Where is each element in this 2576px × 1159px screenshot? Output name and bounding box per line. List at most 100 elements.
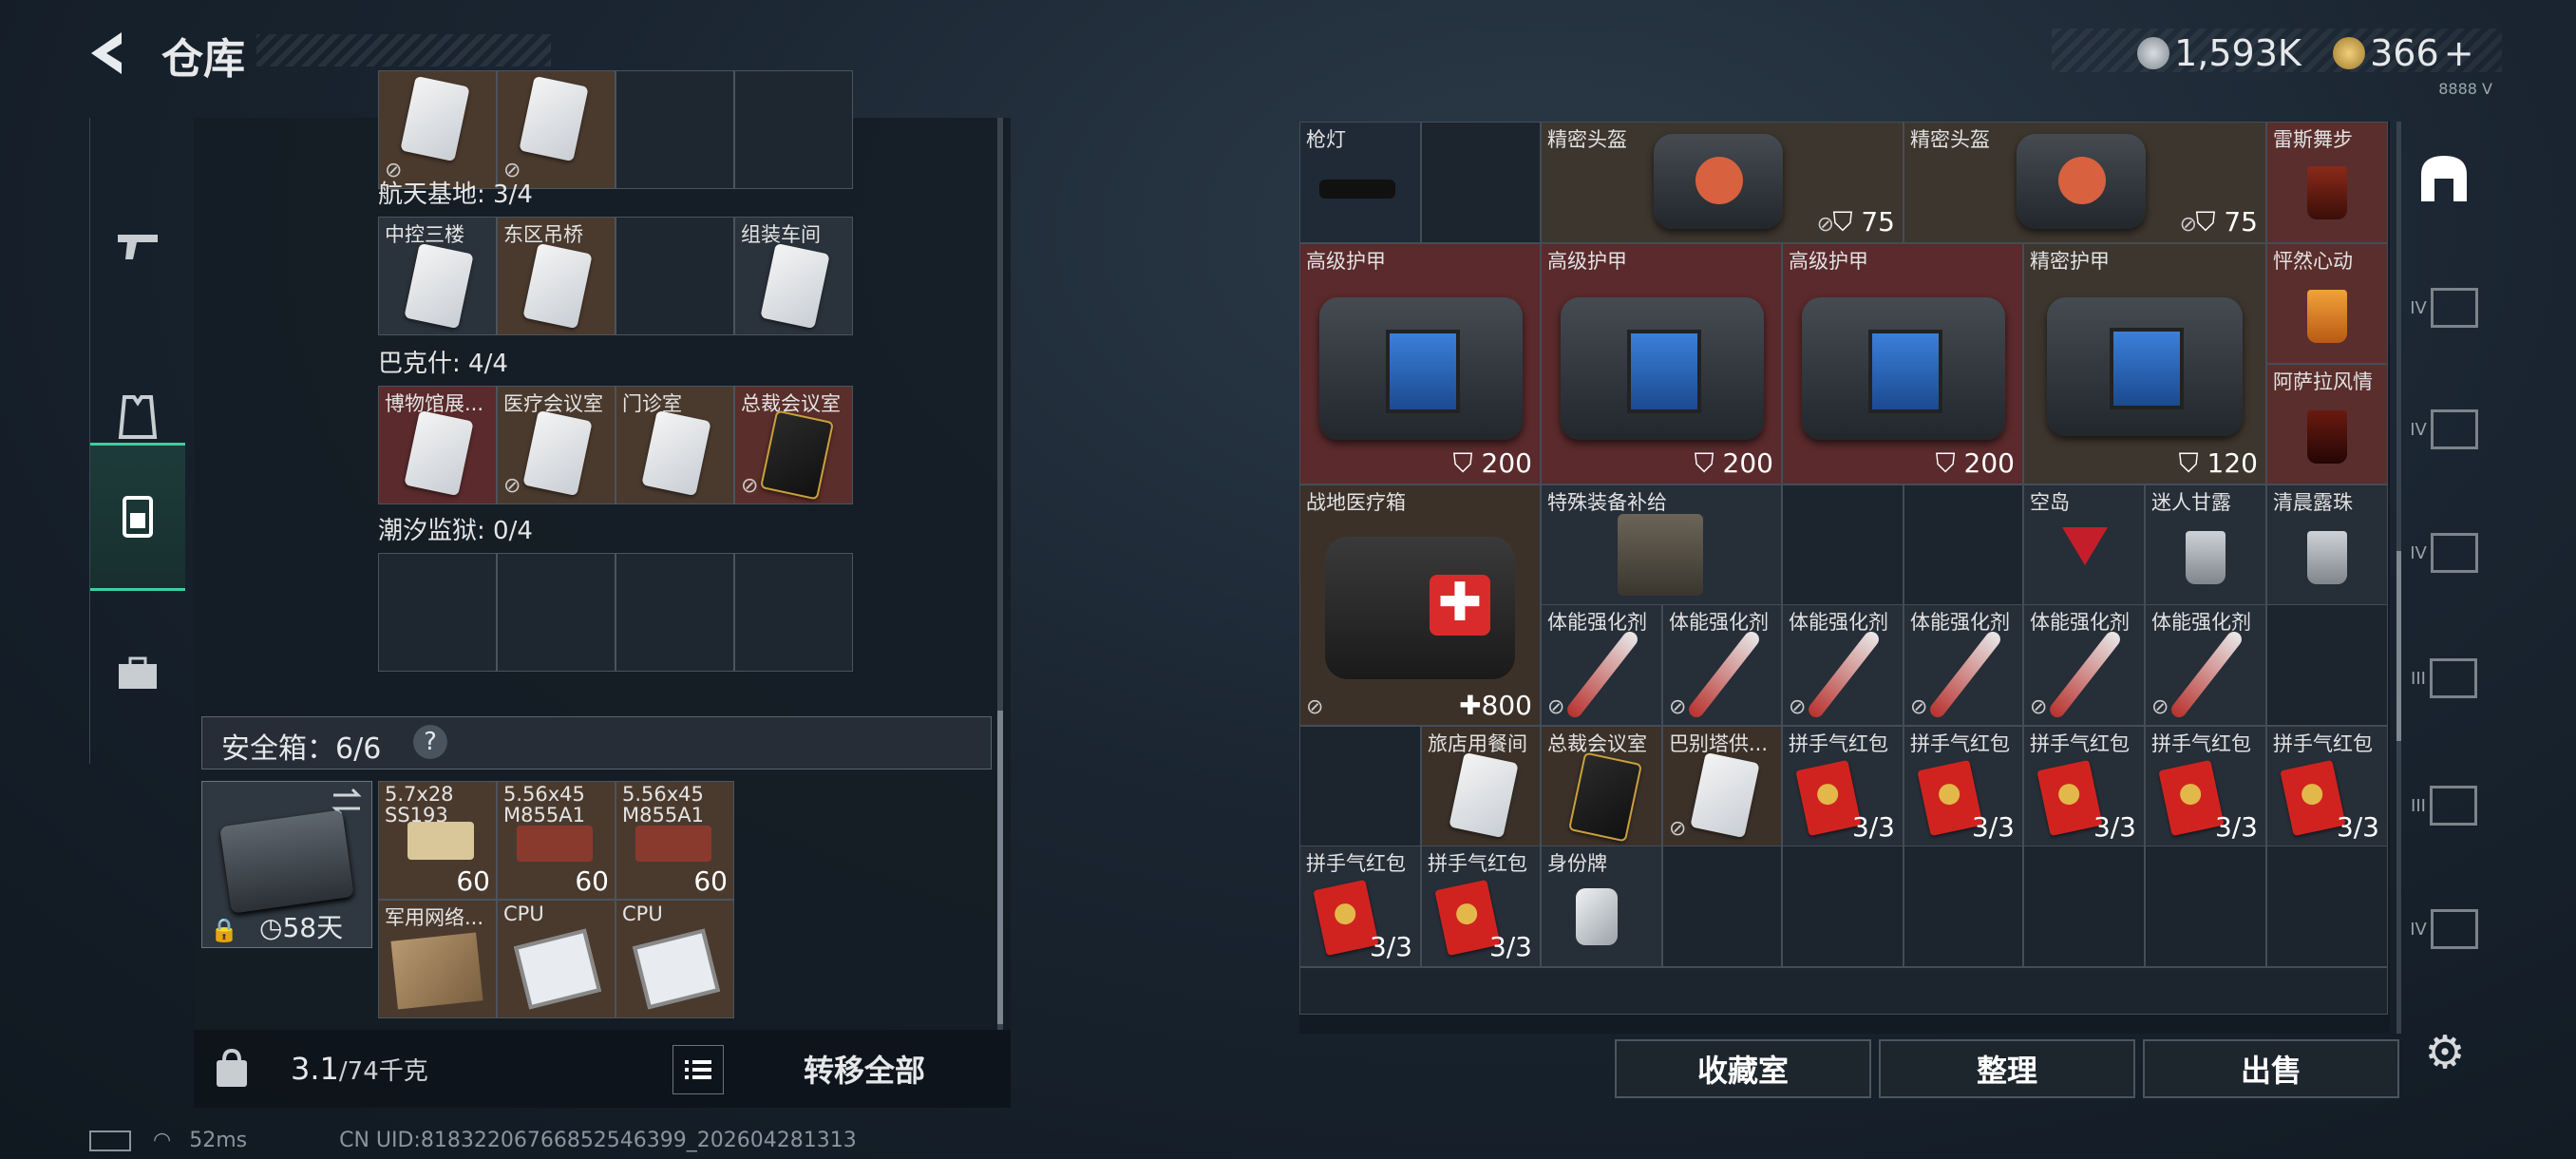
item-precision-armor[interactable]: 精密护甲 ⛉ 120	[2023, 243, 2266, 484]
tab-tier-label: IV	[2410, 297, 2427, 318]
side-tab[interactable]: III	[2401, 621, 2487, 735]
nav-keys[interactable]	[90, 443, 185, 591]
weight-display: 3.1/74千克	[291, 1051, 428, 1087]
item-drink[interactable]: 雷斯舞步	[2266, 122, 2388, 243]
ammo-cell[interactable]: 5.56x45 M855A1 60	[497, 781, 616, 900]
collection-room-button[interactable]: 收藏室	[1615, 1039, 1871, 1098]
back-button[interactable]	[84, 25, 141, 82]
add-currency-button[interactable]: +	[2444, 32, 2474, 74]
item-dog-tag[interactable]: 身份牌	[1541, 846, 1662, 967]
nav-main-storage[interactable]	[2401, 122, 2487, 236]
item-red-packet[interactable]: 拼手气红包 3/3	[1782, 726, 1904, 847]
item-drink[interactable]: 清晨露珠	[2266, 484, 2388, 606]
item-cell[interactable]: ⊘	[497, 70, 616, 189]
transfer-all-button[interactable]: 转移全部	[731, 1039, 997, 1098]
empty-cell[interactable]	[497, 553, 616, 672]
durability-value: 75	[1861, 206, 1895, 238]
empty-cell[interactable]	[616, 70, 734, 189]
item-cell[interactable]: ⊘	[378, 70, 497, 189]
item-drink[interactable]: 迷人甘露	[2145, 484, 2266, 606]
storage-icon	[2421, 156, 2467, 201]
keycard-cell[interactable]: 东区吊桥	[497, 217, 616, 335]
empty-cell[interactable]	[734, 70, 853, 189]
item-advanced-armor[interactable]: 高级护甲 ⛉ 200	[1782, 243, 2023, 484]
armor-bag-image	[1561, 297, 1764, 440]
side-tab[interactable]: IV	[2401, 251, 2487, 365]
item-cell[interactable]: 军用网络...	[378, 900, 497, 1018]
item-gun-light[interactable]: 枪灯	[1299, 122, 1421, 243]
settings-gear-icon[interactable]: ⚙	[2416, 1024, 2473, 1081]
keycard-cell[interactable]: 门诊室	[616, 386, 734, 504]
empty-cell[interactable]	[1421, 122, 1541, 243]
ammo-cell[interactable]: 5.7x28 SS193 60	[378, 781, 497, 900]
item-cell[interactable]: CPU	[616, 900, 734, 1018]
item-red-packet[interactable]: 拼手气红包 3/3	[2145, 726, 2266, 847]
currency-1[interactable]: 1,593K	[2137, 32, 2301, 74]
empty-cell[interactable]	[2266, 604, 2388, 726]
item-precision-helmet[interactable]: 精密头盔 ⛉ 75 ⊘	[1904, 122, 2266, 243]
item-keycard[interactable]: 巴别塔供... ⊘	[1662, 726, 1782, 847]
item-label: 拼手气红包	[1428, 852, 1527, 875]
item-red-packet[interactable]: 拼手气红包 3/3	[1904, 726, 2023, 847]
item-red-packet[interactable]: 拼手气红包 3/3	[2266, 726, 2388, 847]
keycard-cell[interactable]: 中控三楼	[378, 217, 497, 335]
item-drink[interactable]: 空岛	[2023, 484, 2145, 606]
empty-cell[interactable]	[2023, 846, 2145, 967]
item-drink[interactable]: 怦然心动	[2266, 243, 2388, 364]
lock-icon: 🔒	[210, 917, 238, 943]
empty-cell[interactable]	[1904, 484, 2023, 606]
item-supply-box[interactable]: 特殊装备补给	[1541, 484, 1782, 606]
item-red-packet[interactable]: 拼手气红包 3/3	[1299, 846, 1421, 967]
keycard-cell[interactable]: 医疗会议室 ⊘	[497, 386, 616, 504]
side-tab[interactable]: IV	[2401, 872, 2487, 986]
keycard-cell[interactable]: 博物馆展...	[378, 386, 497, 504]
empty-cell[interactable]	[1299, 726, 1421, 847]
red-cross-icon: ✚	[1430, 575, 1490, 636]
item-stim[interactable]: 体能强化剂 ⊘	[2023, 604, 2145, 726]
keycard-cell[interactable]: 组装车间	[734, 217, 853, 335]
item-stim[interactable]: 体能强化剂 ⊘	[2145, 604, 2266, 726]
no-drop-icon: ⊘	[1547, 695, 1565, 719]
keycard-image	[1690, 751, 1760, 839]
item-advanced-armor[interactable]: 高级护甲 ⛉ 200	[1299, 243, 1541, 484]
empty-row[interactable]	[1299, 967, 2388, 1015]
empty-cell[interactable]	[1662, 846, 1782, 967]
empty-cell[interactable]	[1782, 484, 1904, 606]
left-scrollbar-thumb[interactable]	[997, 711, 1003, 1024]
item-keycard[interactable]: 旅店用餐间	[1421, 726, 1541, 847]
nav-weapons[interactable]	[90, 175, 185, 317]
currency-2[interactable]: 366 +	[2333, 32, 2474, 74]
item-precision-helmet[interactable]: 精密头盔 ⛉ 75 ⊘	[1541, 122, 1904, 243]
organize-button[interactable]: 整理	[1879, 1039, 2135, 1098]
item-red-packet[interactable]: 拼手气红包 3/3	[2023, 726, 2145, 847]
item-red-packet[interactable]: 拼手气红包 3/3	[1421, 846, 1541, 967]
side-tab[interactable]: IV	[2401, 372, 2487, 486]
item-cell[interactable]: CPU	[497, 900, 616, 1018]
side-tab[interactable]: IV	[2401, 496, 2487, 610]
item-stim[interactable]: 体能强化剂 ⊘	[1662, 604, 1782, 726]
empty-cell[interactable]	[2145, 846, 2266, 967]
item-stim[interactable]: 体能强化剂 ⊘	[1904, 604, 2023, 726]
empty-cell[interactable]	[378, 553, 497, 672]
item-stim[interactable]: 体能强化剂 ⊘	[1782, 604, 1904, 726]
empty-cell[interactable]	[734, 553, 853, 672]
sell-button[interactable]: 出售	[2143, 1039, 2399, 1098]
help-icon[interactable]: ?	[413, 725, 447, 759]
item-keycard[interactable]: 总裁会议室	[1541, 726, 1662, 847]
no-drop-icon: ⊘	[2030, 695, 2048, 719]
item-advanced-armor[interactable]: 高级护甲 ⛉ 200	[1541, 243, 1782, 484]
item-field-medkit[interactable]: 战地医疗箱 ✚ ⊘ ✚800	[1299, 484, 1541, 726]
empty-cell[interactable]	[616, 217, 734, 335]
side-tab[interactable]: III	[2401, 749, 2487, 863]
list-view-button[interactable]	[672, 1045, 724, 1094]
empty-cell[interactable]	[2266, 846, 2388, 967]
item-drink[interactable]: 阿萨拉风情	[2266, 364, 2388, 484]
empty-cell[interactable]	[1904, 846, 2023, 967]
ammo-cell[interactable]: 5.56x45 M855A1 60	[616, 781, 734, 900]
safe-box-case[interactable]: 🔒 ◷58天	[201, 781, 372, 948]
empty-cell[interactable]	[616, 553, 734, 672]
nav-supplies[interactable]	[90, 602, 185, 745]
keycard-cell[interactable]: 总裁会议室 ⊘	[734, 386, 853, 504]
empty-cell[interactable]	[1782, 846, 1904, 967]
item-stim[interactable]: 体能强化剂 ⊘	[1541, 604, 1662, 726]
